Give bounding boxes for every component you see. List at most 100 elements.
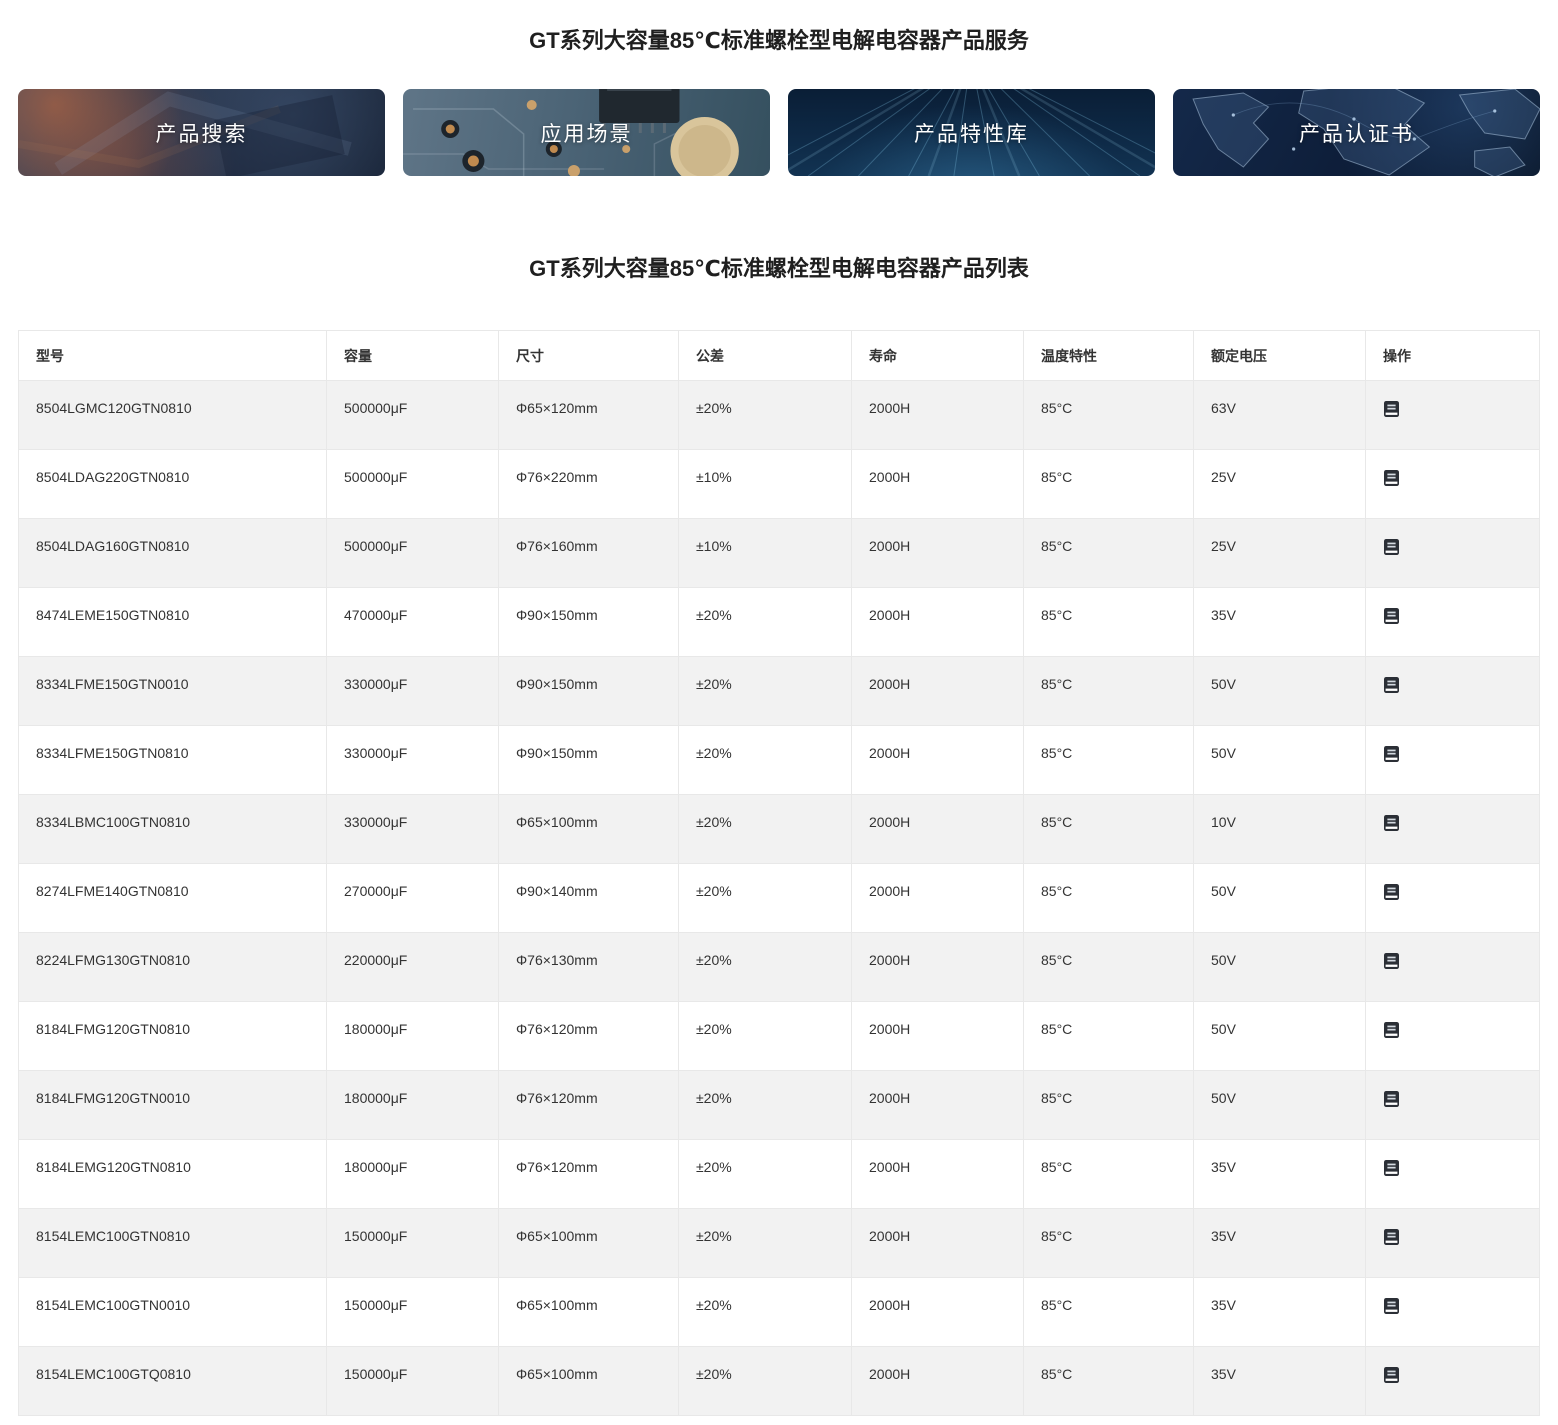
view-doc-button[interactable] [1383, 469, 1400, 487]
cell-rated-voltage: 50V [1193, 725, 1366, 795]
nav-card-certificates[interactable]: 产品认证书 [1173, 89, 1540, 176]
cell-model: 8274LFME140GTN0810 [18, 863, 327, 933]
cell-action [1365, 1139, 1540, 1209]
cell-tolerance: ±20% [678, 1001, 852, 1071]
cell-tolerance: ±20% [678, 1277, 852, 1347]
nav-card-feature-library[interactable]: 产品特性库 [788, 89, 1155, 176]
cell-capacity: 330000μF [326, 656, 499, 726]
cell-capacity: 500000μF [326, 518, 499, 588]
cell-tolerance: ±20% [678, 1070, 852, 1140]
view-doc-button[interactable] [1383, 538, 1400, 556]
view-doc-button[interactable] [1383, 952, 1400, 970]
cell-size: Φ90×150mm [498, 587, 679, 657]
view-doc-button[interactable] [1383, 1366, 1400, 1384]
table-row: 8154LEMC100GTN0810 150000μF Φ65×100mm ±2… [18, 1208, 1540, 1278]
header-model: 型号 [18, 330, 327, 381]
cell-action [1365, 1208, 1540, 1278]
cell-temperature: 85°C [1023, 863, 1194, 933]
cell-capacity: 330000μF [326, 725, 499, 795]
cell-life: 2000H [851, 1070, 1024, 1140]
table-row: 8334LBMC100GTN0810 330000μF Φ65×100mm ±2… [18, 794, 1540, 864]
cell-temperature: 85°C [1023, 1070, 1194, 1140]
nav-card-label: 应用场景 [540, 122, 633, 146]
cell-rated-voltage: 50V [1193, 656, 1366, 726]
nav-card-label: 产品特性库 [914, 122, 1029, 146]
cell-life: 2000H [851, 863, 1024, 933]
table-row: 8334LFME150GTN0010 330000μF Φ90×150mm ±2… [18, 656, 1540, 726]
book-icon [1383, 608, 1400, 628]
cell-capacity: 330000μF [326, 794, 499, 864]
cell-action [1365, 863, 1540, 933]
cell-rated-voltage: 25V [1193, 449, 1366, 519]
book-icon [1383, 1160, 1400, 1180]
cell-rated-voltage: 50V [1193, 1070, 1366, 1140]
cell-rated-voltage: 50V [1193, 932, 1366, 1002]
cell-action [1365, 932, 1540, 1002]
view-doc-button[interactable] [1383, 676, 1400, 694]
cell-life: 2000H [851, 1346, 1024, 1416]
cell-life: 2000H [851, 518, 1024, 588]
cell-capacity: 180000μF [326, 1070, 499, 1140]
cell-temperature: 85°C [1023, 1346, 1194, 1416]
cell-model: 8154LEMC100GTN0010 [18, 1277, 327, 1347]
view-doc-button[interactable] [1383, 400, 1400, 418]
header-tolerance: 公差 [678, 330, 852, 381]
cell-size: Φ90×150mm [498, 725, 679, 795]
table-row: 8184LFMG120GTN0010 180000μF Φ76×120mm ±2… [18, 1070, 1540, 1140]
cell-tolerance: ±20% [678, 1139, 852, 1209]
cell-size: Φ90×150mm [498, 656, 679, 726]
view-doc-button[interactable] [1383, 814, 1400, 832]
book-icon [1383, 1367, 1400, 1387]
cell-temperature: 85°C [1023, 656, 1194, 726]
cell-life: 2000H [851, 587, 1024, 657]
cell-size: Φ76×160mm [498, 518, 679, 588]
cell-tolerance: ±20% [678, 656, 852, 726]
cell-rated-voltage: 50V [1193, 1001, 1366, 1071]
nav-card-application-scenarios[interactable]: 应用场景 [403, 89, 770, 176]
header-size: 尺寸 [498, 330, 679, 381]
cell-temperature: 85°C [1023, 1277, 1194, 1347]
view-doc-button[interactable] [1383, 883, 1400, 901]
view-doc-button[interactable] [1383, 1021, 1400, 1039]
cell-tolerance: ±20% [678, 794, 852, 864]
product-table-header: 型号 容量 尺寸 公差 寿命 温度特性 额定电压 操作 [18, 330, 1540, 381]
view-doc-button[interactable] [1383, 607, 1400, 625]
cell-action [1365, 725, 1540, 795]
cell-capacity: 180000μF [326, 1001, 499, 1071]
cell-size: Φ76×130mm [498, 932, 679, 1002]
table-title: GT系列大容量85℃标准螺栓型电解电容器产品列表 [529, 256, 1029, 281]
cell-model: 8504LDAG220GTN0810 [18, 449, 327, 519]
cell-rated-voltage: 10V [1193, 794, 1366, 864]
cell-capacity: 150000μF [326, 1277, 499, 1347]
cell-life: 2000H [851, 794, 1024, 864]
nav-card-product-search[interactable]: 产品搜索 [18, 89, 385, 176]
cell-action [1365, 656, 1540, 726]
view-doc-button[interactable] [1383, 1159, 1400, 1177]
cell-rated-voltage: 35V [1193, 587, 1366, 657]
book-icon [1383, 953, 1400, 973]
view-doc-button[interactable] [1383, 1228, 1400, 1246]
header-temperature: 温度特性 [1023, 330, 1194, 381]
cell-temperature: 85°C [1023, 1208, 1194, 1278]
cell-size: Φ65×100mm [498, 1208, 679, 1278]
cell-size: Φ65×100mm [498, 1346, 679, 1416]
table-row: 8154LEMC100GTN0010 150000μF Φ65×100mm ±2… [18, 1277, 1540, 1347]
cell-life: 2000H [851, 1208, 1024, 1278]
book-icon [1383, 401, 1400, 421]
view-doc-button[interactable] [1383, 1090, 1400, 1108]
view-doc-button[interactable] [1383, 1297, 1400, 1315]
cell-size: Φ76×120mm [498, 1139, 679, 1209]
cell-action [1365, 449, 1540, 519]
book-icon [1383, 1229, 1400, 1249]
header-rated-voltage: 额定电压 [1193, 330, 1366, 381]
book-icon [1383, 1022, 1400, 1042]
cell-tolerance: ±20% [678, 380, 852, 450]
table-row: 8504LGMC120GTN0810 500000μF Φ65×120mm ±2… [18, 380, 1540, 450]
cell-action [1365, 1346, 1540, 1416]
header-capacity: 容量 [326, 330, 499, 381]
nav-card-label: 产品认证书 [1299, 122, 1414, 146]
cell-temperature: 85°C [1023, 1139, 1194, 1209]
view-doc-button[interactable] [1383, 745, 1400, 763]
cell-action [1365, 380, 1540, 450]
cell-temperature: 85°C [1023, 725, 1194, 795]
